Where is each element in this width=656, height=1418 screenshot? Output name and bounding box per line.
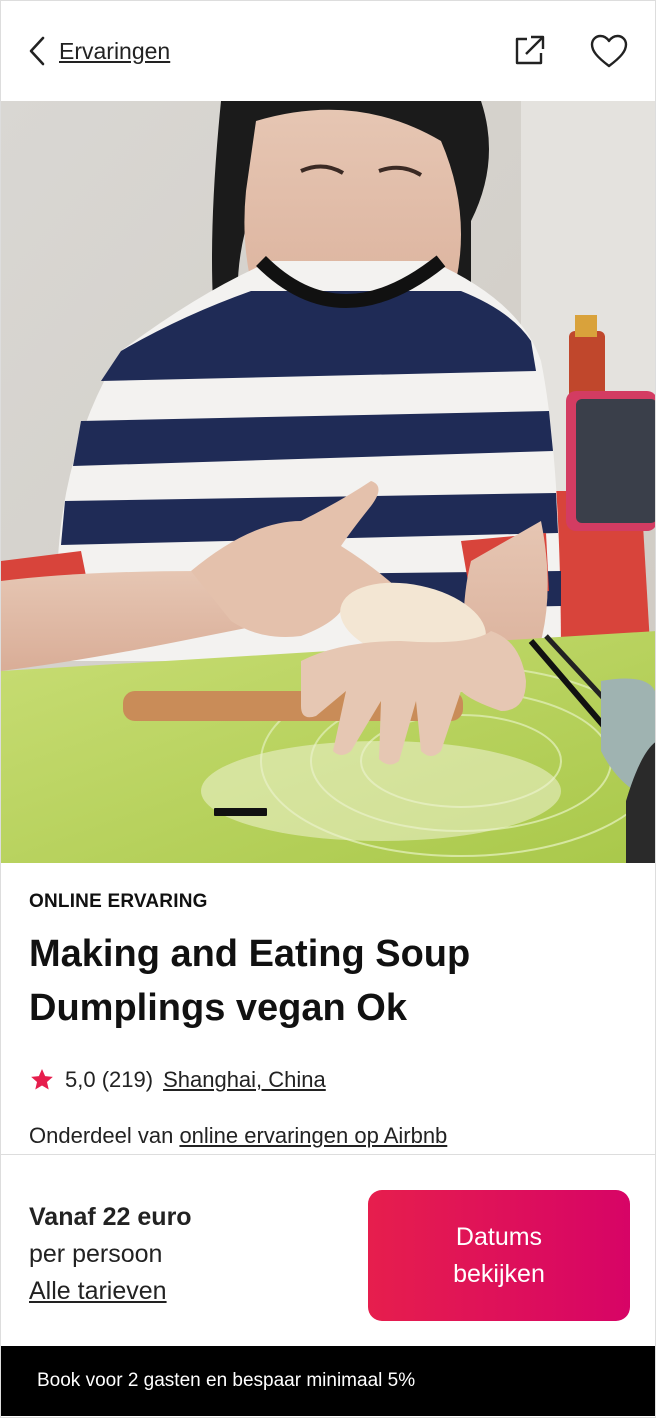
part-of-row: Onderdeel van online ervaringen op Airbn… [29,1123,629,1149]
listing-title: Making and Eating Soup Dumplings vegan O… [29,927,629,1035]
hero-photo[interactable] [1,101,655,863]
rating-value: 5,0 (219) [65,1067,154,1092]
share-icon [515,35,545,65]
back-label: Ervaringen [59,37,171,64]
price-block: Vanaf 22 euro per persoon Alle tarieven [29,1199,192,1310]
listing-details: ONLINE ERVARING Making and Eating Soup D… [29,891,629,1149]
view-dates-button[interactable]: Datums bekijken [368,1190,630,1321]
hero-photo-illustration [1,101,655,863]
view-dates-label-line2: bekijken [453,1259,545,1288]
booking-bar: Vanaf 22 euro per persoon Alle tarieven … [1,1154,655,1346]
app-frame: Ervaringen ONLINE ERVARING Making and Ea… [0,0,656,1418]
promo-text: Book voor 2 gasten en bespaar minimaal 5… [37,1370,416,1391]
price-from: Vanaf 22 euro [29,1203,192,1231]
promo-banner: Book voor 2 gasten en bespaar minimaal 5… [1,1346,655,1416]
rating-row: 5,0 (219) Shanghai, China [29,1067,629,1093]
heart-icon [590,34,628,68]
price-unit: per persoon [29,1240,163,1268]
listing-title-line1: Making and Eating Soup [29,933,471,975]
location-link[interactable]: Shanghai, China [163,1067,326,1093]
top-bar: Ervaringen [1,1,655,101]
top-actions [509,31,629,71]
all-rates-link[interactable]: Alle tarieven [29,1273,192,1310]
part-of-prefix: Onderdeel van [29,1123,180,1148]
view-dates-label-line1: Datums [455,1222,543,1251]
experience-type-label: ONLINE ERVARING [29,891,208,912]
share-button[interactable] [509,31,549,71]
back-button[interactable]: Ervaringen [27,35,170,67]
listing-title-line2: Dumplings vegan Ok [29,987,407,1029]
chevron-left-icon [29,36,45,66]
online-experiences-link[interactable]: online ervaringen op Airbnb [179,1123,447,1148]
save-favorite-button[interactable] [589,31,629,71]
carousel-indicator[interactable] [214,808,267,816]
star-icon [31,1068,53,1090]
